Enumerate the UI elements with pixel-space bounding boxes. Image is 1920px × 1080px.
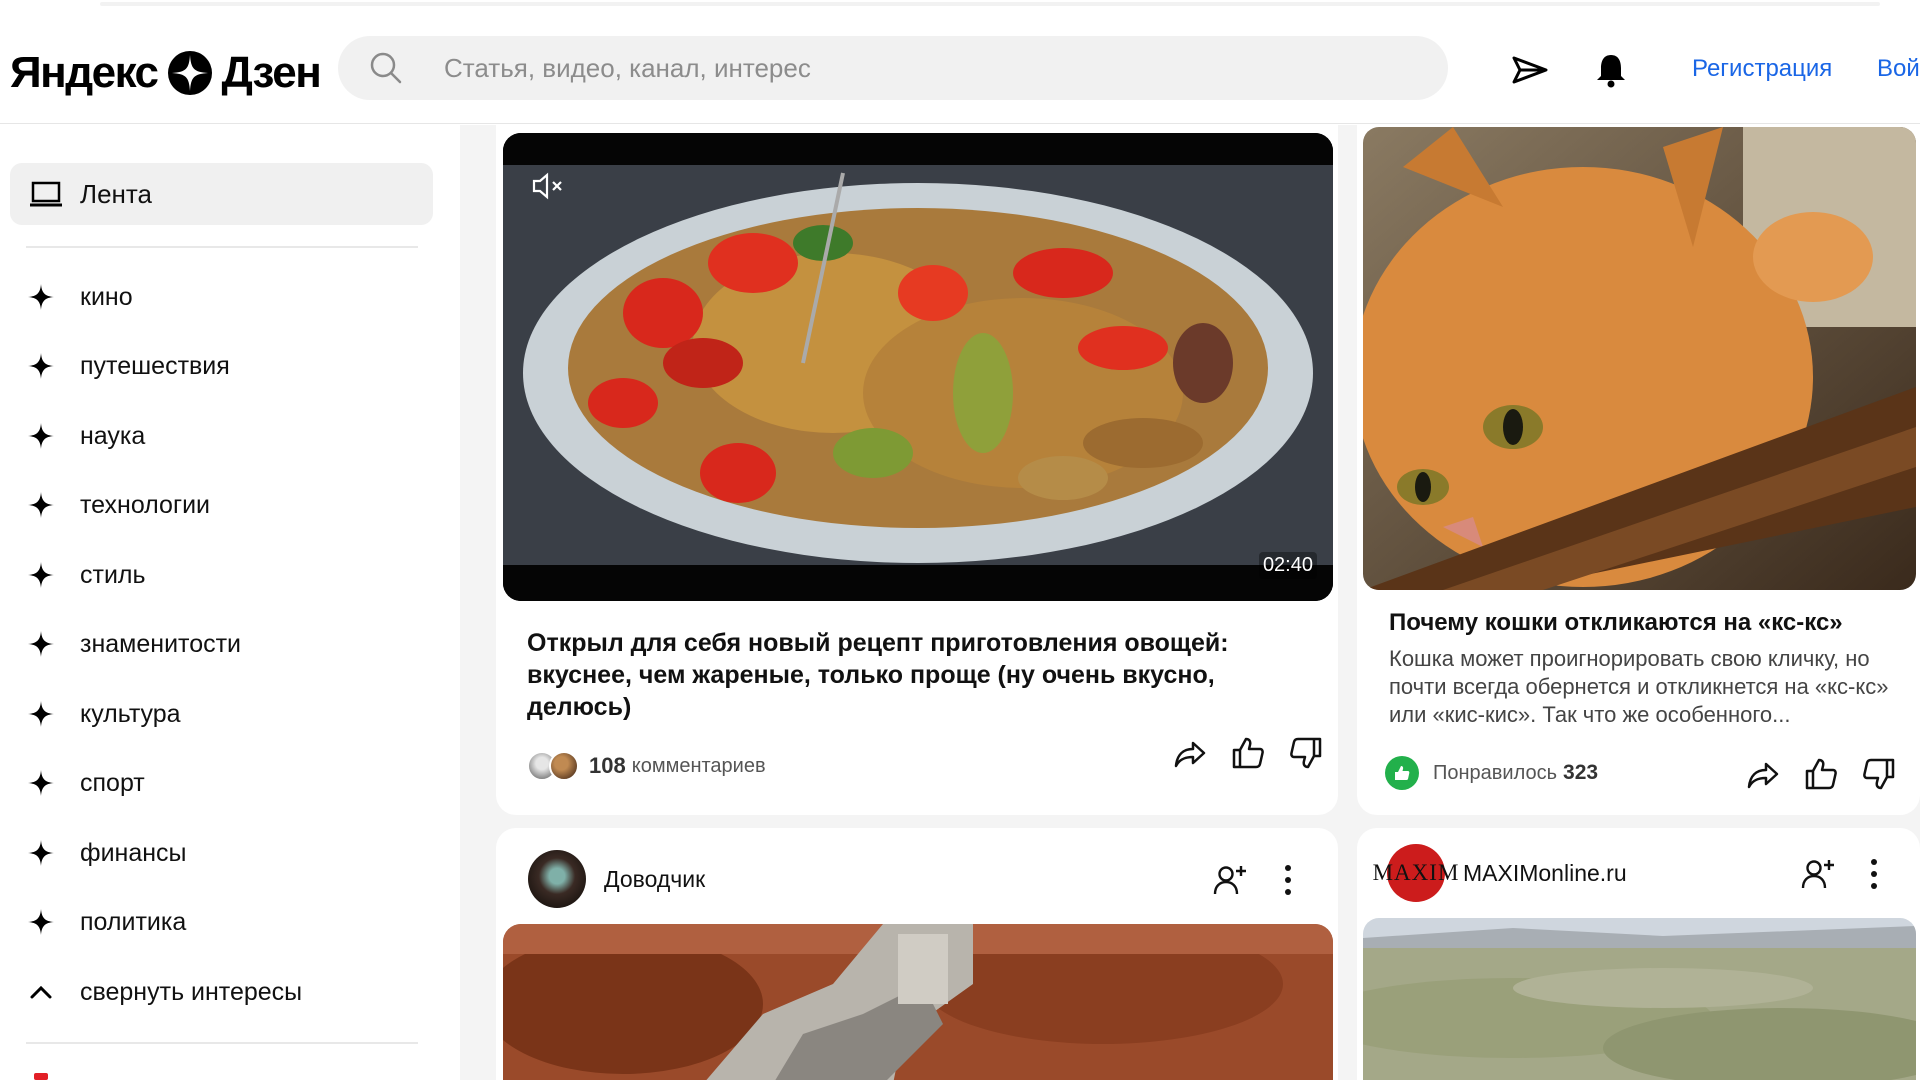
comments-count[interactable]: 108 (589, 753, 626, 779)
like-icon[interactable] (1230, 735, 1266, 771)
collapse-interests-button[interactable]: свернуть интересы (26, 967, 302, 1017)
send-icon[interactable] (1510, 50, 1550, 90)
channel-card[interactable]: MAXIM MAXIMonline.ru (1357, 828, 1920, 1080)
comments-label[interactable]: комментариев (632, 755, 766, 778)
more-options-icon[interactable] (1868, 856, 1880, 892)
card-footer: Понравилось 323 (1385, 756, 1598, 790)
interest-label: спорт (80, 768, 145, 797)
likes-label: Понравилось (1433, 761, 1558, 784)
search-icon (370, 52, 402, 84)
commenter-avatar (549, 751, 579, 781)
logo-text-yandex: Яндекс (10, 48, 159, 97)
sidebar-interest-finance[interactable]: финансы (26, 828, 187, 878)
interest-label: политика (80, 907, 187, 936)
sparkle-icon (28, 701, 54, 727)
logo[interactable]: Яндекс Дзен (10, 48, 322, 98)
cat-photo (1363, 127, 1916, 590)
mute-icon[interactable] (531, 171, 567, 201)
card-title[interactable]: Открыл для себя новый рецепт приготовлен… (527, 627, 1267, 723)
zen-star-icon (167, 51, 212, 95)
article-image-cat[interactable] (1363, 127, 1916, 590)
share-icon[interactable] (1172, 735, 1208, 771)
sidebar-divider (26, 246, 418, 248)
likes-count: 323 (1563, 761, 1599, 784)
card-description[interactable]: Кошка может проигнорировать свою кличку,… (1389, 645, 1889, 729)
steppe-photo (1363, 918, 1916, 1080)
laptop-icon (30, 181, 62, 207)
sparkle-icon (28, 284, 54, 310)
sidebar-item-feed-label: Лента (80, 178, 152, 209)
interest-label: знаменитости (80, 629, 242, 658)
interest-label: стиль (80, 560, 146, 589)
login-link[interactable]: Войти (1877, 55, 1920, 83)
header: Яндекс Дзен Регистрация Войти (0, 10, 1920, 124)
card-actions (1745, 756, 1897, 792)
sparkle-icon (28, 840, 54, 866)
sparkle-icon (28, 770, 54, 796)
sidebar-interest-sport[interactable]: спорт (26, 758, 145, 808)
like-icon[interactable] (1803, 756, 1839, 792)
channel-header[interactable]: Доводчик (528, 850, 705, 908)
collapse-interests-label: свернуть интересы (80, 977, 303, 1006)
interest-label: путешествия (80, 351, 230, 380)
sidebar-interest-style[interactable]: стиль (26, 550, 146, 600)
channel-name[interactable]: MAXIMonline.ru (1463, 860, 1627, 887)
sidebar: Лента кино путешествия наука технологии … (0, 125, 460, 1080)
logo-text-zen: Дзен (221, 48, 322, 97)
sidebar-interest-politics[interactable]: политика (26, 897, 186, 947)
subscribe-icon[interactable] (1800, 856, 1836, 892)
card-actions (1172, 735, 1324, 771)
channel-name[interactable]: Доводчик (604, 866, 705, 893)
register-link[interactable]: Регистрация (1692, 55, 1832, 83)
bell-icon[interactable] (1591, 50, 1631, 90)
article-card[interactable]: Почему кошки откликаются на «кс-кс» Кошк… (1357, 125, 1920, 815)
chevron-up-icon (30, 985, 52, 999)
sidebar-interest-travel[interactable]: путешествия (26, 341, 230, 391)
search-bar[interactable] (338, 36, 1448, 100)
dislike-icon[interactable] (1288, 735, 1324, 771)
search-input[interactable] (444, 36, 1394, 100)
sidebar-item-feed[interactable]: Лента (10, 163, 433, 225)
like-badge-icon (1385, 756, 1419, 790)
hinge-photo (503, 924, 1333, 1080)
sidebar-interest-celebrities[interactable]: знаменитости (26, 619, 241, 669)
video-card[interactable]: 02:40 Открыл для себя новый рецепт приго… (496, 125, 1338, 815)
sparkle-icon (28, 562, 54, 588)
sidebar-divider (26, 1042, 418, 1044)
sparkle-icon (28, 423, 54, 449)
sidebar-red-mark (34, 1073, 48, 1080)
sparkle-icon (28, 492, 54, 518)
channel-avatar-logo-text: MAXIM (1372, 860, 1460, 885)
share-icon[interactable] (1745, 756, 1781, 792)
channel-avatar (528, 850, 586, 908)
sparkle-icon (28, 631, 54, 657)
channel-header[interactable]: MAXIM MAXIMonline.ru (1373, 844, 1627, 902)
more-options-icon[interactable] (1282, 862, 1294, 898)
interest-label: культура (80, 699, 181, 728)
sidebar-interest-culture[interactable]: культура (26, 689, 181, 739)
sidebar-interest-kino[interactable]: кино (26, 272, 133, 322)
channel-avatar: MAXIM (1373, 844, 1458, 902)
card-footer: 108 комментариев (527, 751, 766, 781)
interest-label: финансы (80, 838, 187, 867)
sidebar-interest-science[interactable]: наука (26, 411, 145, 461)
article-image-steppe[interactable] (1363, 918, 1916, 1080)
interest-label: наука (80, 421, 146, 450)
card-title[interactable]: Почему кошки откликаются на «кс-кс» (1389, 609, 1843, 637)
sparkle-icon (28, 909, 54, 935)
article-image-hinge[interactable] (503, 924, 1333, 1080)
dislike-icon[interactable] (1861, 756, 1897, 792)
video-player[interactable]: 02:40 (503, 133, 1333, 601)
video-duration: 02:40 (1258, 552, 1317, 579)
subscribe-icon[interactable] (1212, 862, 1248, 898)
sparkle-icon (28, 353, 54, 379)
channel-card[interactable]: Доводчик (496, 828, 1338, 1080)
browser-top-strip (0, 0, 1920, 10)
video-thumbnail-salad (503, 133, 1333, 601)
interest-label: кино (80, 282, 133, 311)
interest-label: технологии (80, 490, 211, 519)
sidebar-interest-tech[interactable]: технологии (26, 480, 210, 530)
